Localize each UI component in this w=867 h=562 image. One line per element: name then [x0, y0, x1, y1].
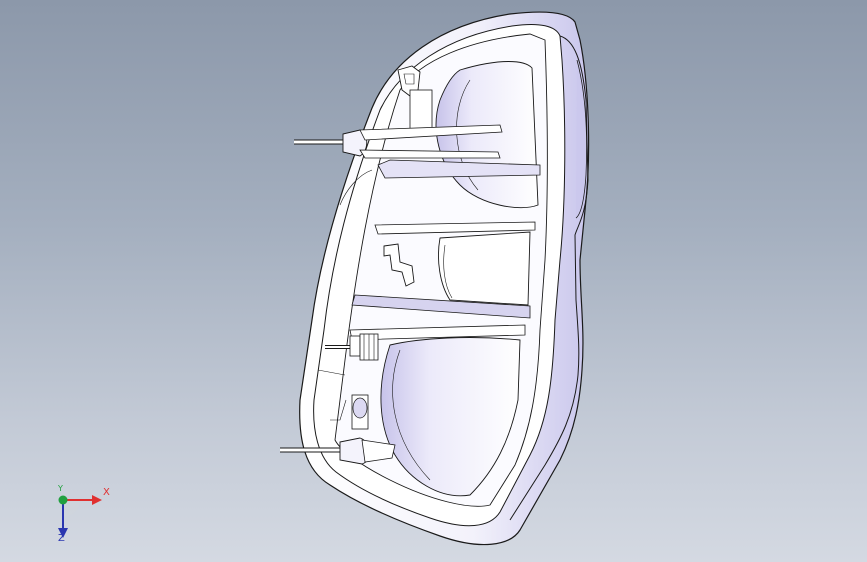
tail-lamp-housing-model[interactable] [0, 0, 867, 562]
z-axis-label: Z [58, 533, 65, 544]
upper-bracket [409, 89, 433, 131]
middle-reflector-cup [438, 231, 531, 306]
x-axis-label: X [103, 487, 110, 498]
graphics-viewport[interactable]: X Y Z [0, 0, 867, 562]
y-axis-label: Y [58, 484, 63, 493]
coordinate-triad: X Y Z [40, 476, 120, 546]
